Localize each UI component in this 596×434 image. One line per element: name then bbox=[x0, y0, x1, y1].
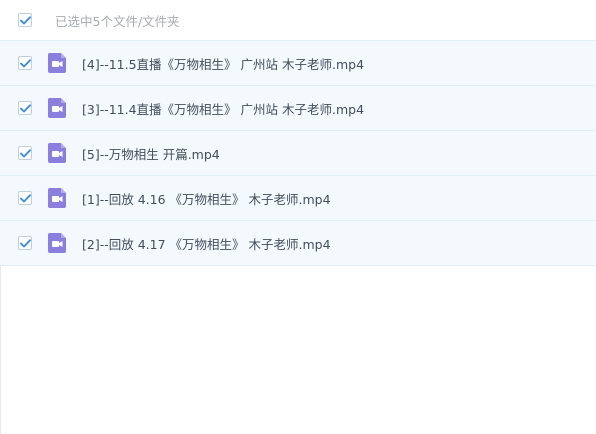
file-checkbox[interactable] bbox=[18, 101, 32, 115]
file-name[interactable]: [4]--11.5直播《万物相生》 广州站 木子老师.mp4 bbox=[82, 54, 364, 73]
file-row[interactable]: [1]--回放 4.16 《万物相生》 木子老师.mp4 bbox=[0, 176, 596, 221]
file-row[interactable]: [2]--回放 4.17 《万物相生》 木子老师.mp4 bbox=[0, 221, 596, 266]
file-name[interactable]: [2]--回放 4.17 《万物相生》 木子老师.mp4 bbox=[82, 234, 331, 253]
video-file-icon bbox=[46, 142, 68, 164]
file-row[interactable]: [5]--万物相生 开篇.mp4 bbox=[0, 131, 596, 176]
file-name[interactable]: [1]--回放 4.16 《万物相生》 木子老师.mp4 bbox=[82, 189, 331, 208]
file-checkbox[interactable] bbox=[18, 146, 32, 160]
file-row[interactable]: [3]--11.4直播《万物相生》 广州站 木子老师.mp4 bbox=[0, 86, 596, 131]
file-checkbox[interactable] bbox=[18, 236, 32, 250]
video-file-icon bbox=[46, 52, 68, 74]
checkmark-icon bbox=[19, 148, 31, 157]
file-checkbox[interactable] bbox=[18, 56, 32, 70]
checkmark-icon bbox=[19, 15, 31, 24]
checkmark-icon bbox=[19, 58, 31, 67]
selection-header: 已选中5个文件/文件夹 bbox=[0, 0, 596, 40]
video-file-icon bbox=[46, 187, 68, 209]
select-all-checkbox[interactable] bbox=[18, 13, 32, 27]
checkmark-icon bbox=[19, 103, 31, 112]
file-name[interactable]: [3]--11.4直播《万物相生》 广州站 木子老师.mp4 bbox=[82, 99, 364, 118]
video-file-icon bbox=[46, 97, 68, 119]
video-file-icon bbox=[46, 232, 68, 254]
file-row[interactable]: [4]--11.5直播《万物相生》 广州站 木子老师.mp4 bbox=[0, 40, 596, 86]
checkmark-icon bbox=[19, 238, 31, 247]
file-name[interactable]: [5]--万物相生 开篇.mp4 bbox=[82, 144, 220, 163]
file-checkbox[interactable] bbox=[18, 191, 32, 205]
checkmark-icon bbox=[19, 193, 31, 202]
selection-count-text: 已选中5个文件/文件夹 bbox=[55, 13, 180, 29]
file-list: [4]--11.5直播《万物相生》 广州站 木子老师.mp4 [3]--11.4… bbox=[0, 40, 596, 266]
